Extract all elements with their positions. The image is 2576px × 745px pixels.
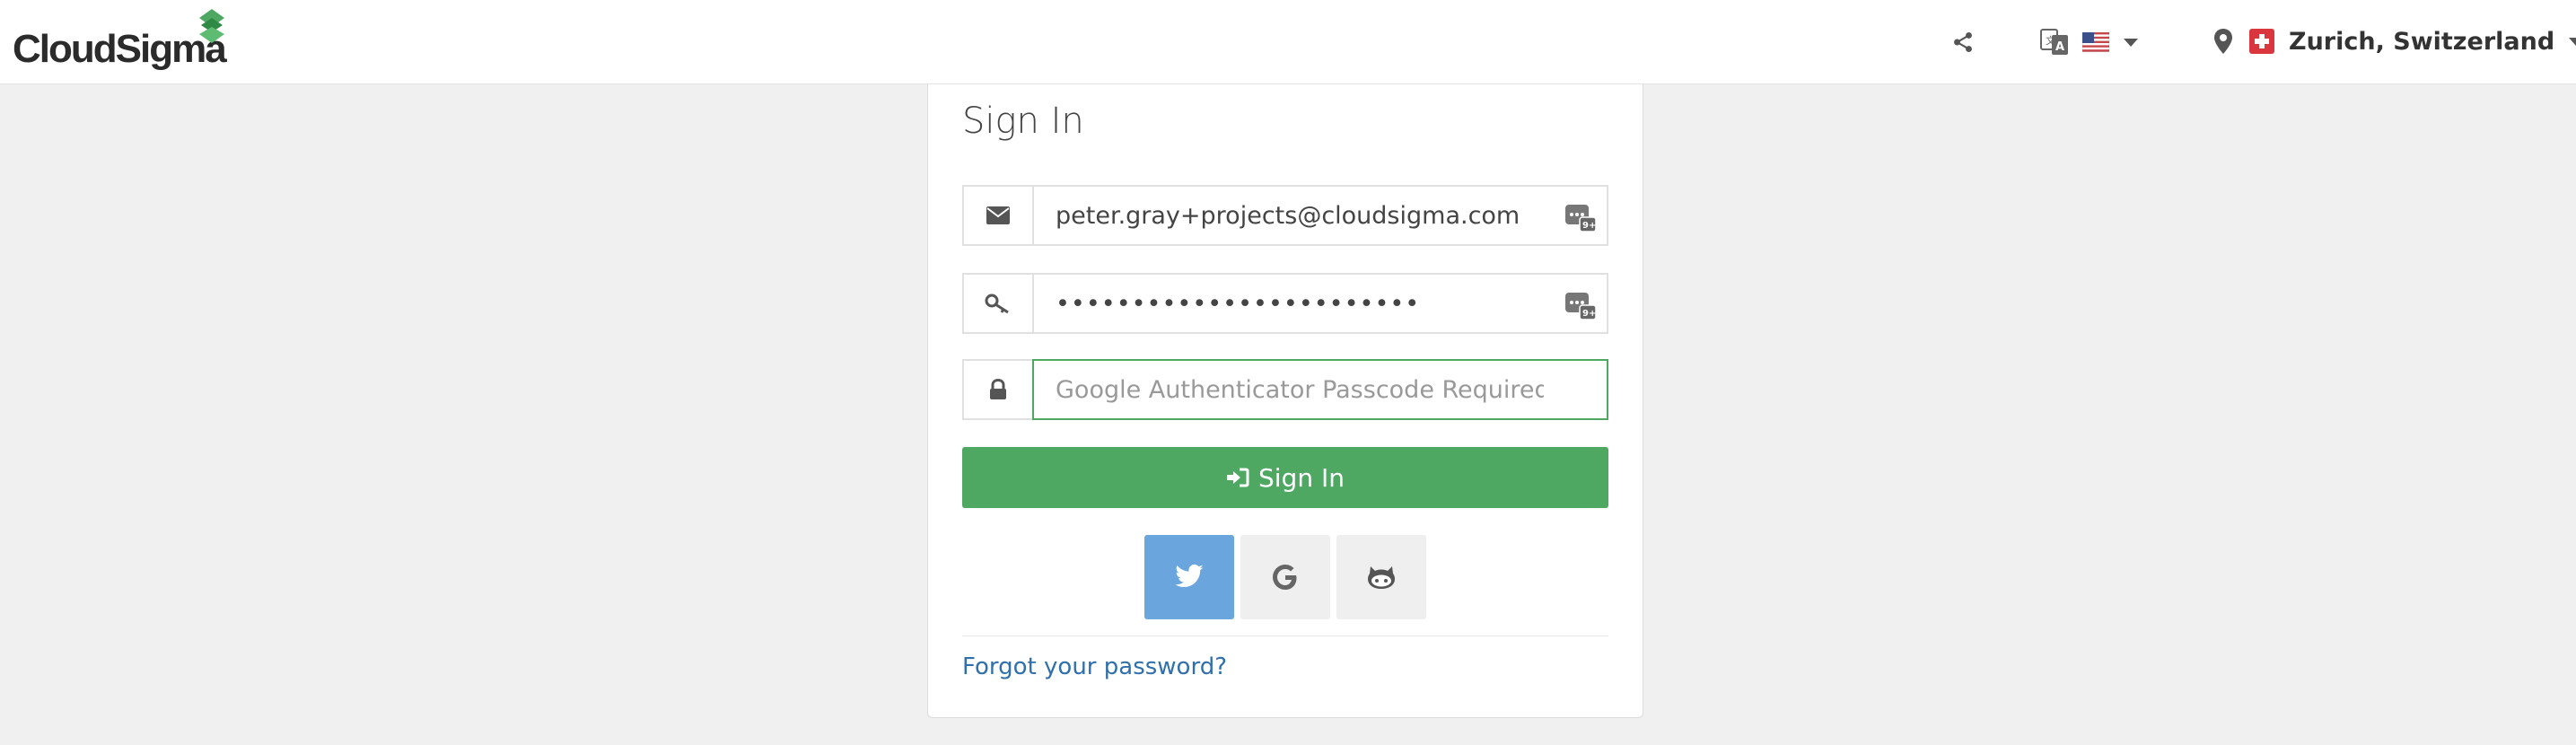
cloudsigma-logo[interactable]: CloudSigma <box>13 7 228 79</box>
sign-in-icon <box>1227 468 1249 487</box>
share-button[interactable] <box>1948 27 1978 57</box>
switzerland-flag-icon <box>2249 29 2274 54</box>
translate-icon: 文 A <box>2040 29 2068 55</box>
email-addon <box>962 185 1032 246</box>
google-login-button[interactable] <box>1240 535 1330 619</box>
email-field-group: 9+ <box>962 185 1608 246</box>
password-input[interactable] <box>1034 275 1607 332</box>
share-icon <box>1954 31 1972 53</box>
password-addon <box>962 273 1032 334</box>
logo-mark-icon <box>199 9 224 43</box>
otp-field-group <box>962 359 1608 420</box>
lock-icon <box>990 379 1006 399</box>
location-label: Zurich, Switzerland <box>2289 27 2555 56</box>
password-field-group: 9+ <box>962 273 1608 334</box>
top-navbar: CloudSigma 文 A Zurich, Switzerland <box>0 0 2576 84</box>
svg-text:文: 文 <box>2046 34 2055 47</box>
language-selector[interactable]: 文 A <box>2039 23 2161 61</box>
twitter-login-button[interactable] <box>1144 535 1234 619</box>
email-input[interactable] <box>1034 187 1607 244</box>
chevron-down-icon <box>2569 37 2576 46</box>
github-login-button[interactable] <box>1336 535 1426 619</box>
google-icon <box>1273 565 1297 590</box>
chevron-down-icon <box>2124 38 2138 47</box>
svg-text:9+: 9+ <box>1582 221 1596 231</box>
signin-button-label: Sign In <box>1258 462 1345 493</box>
otp-addon <box>962 359 1032 420</box>
twitter-icon <box>1175 564 1204 588</box>
location-selector[interactable]: Zurich, Switzerland <box>2213 22 2576 61</box>
svg-text:A: A <box>2055 40 2064 54</box>
map-pin-icon <box>2214 29 2232 54</box>
otp-box <box>1032 359 1608 420</box>
logo-text: CloudSigma <box>13 27 227 71</box>
github-icon <box>1368 566 1395 589</box>
signin-card: Sign In 9+ <box>927 84 1643 718</box>
envelope-icon <box>986 206 1010 224</box>
signin-title: Sign In <box>962 101 1084 142</box>
password-manager-icon[interactable]: 9+ <box>1564 287 1598 321</box>
forgot-password-link[interactable]: Forgot your password? <box>962 653 1227 680</box>
password-manager-icon[interactable]: 9+ <box>1564 199 1598 233</box>
signin-button[interactable]: Sign In <box>962 447 1608 508</box>
divider <box>962 635 1608 636</box>
us-flag-icon <box>2082 32 2109 52</box>
otp-input[interactable] <box>1034 361 1607 418</box>
svg-text:9+: 9+ <box>1582 309 1596 319</box>
key-icon <box>985 294 1009 314</box>
email-box: 9+ <box>1032 185 1608 246</box>
password-box: 9+ <box>1032 273 1608 334</box>
